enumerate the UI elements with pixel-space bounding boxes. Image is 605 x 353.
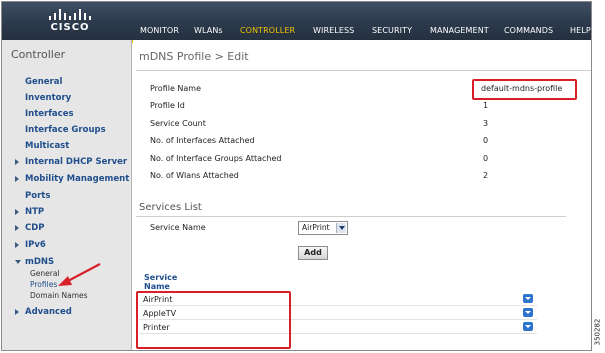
- column-header-line: Name: [144, 282, 170, 291]
- figure-id-text: 350282: [593, 318, 602, 346]
- field-label-interface-groups-attached: No. of Interface Groups Attached: [150, 154, 282, 163]
- nav-help[interactable]: HELP: [570, 26, 591, 35]
- nav-management[interactable]: MANAGEMENT: [430, 26, 489, 35]
- interface-groups-attached-value: 0: [483, 154, 489, 163]
- figure-id: 350282: [592, 318, 604, 350]
- sidebar-item-advanced[interactable]: Advanced: [25, 307, 72, 317]
- expand-arrow-icon[interactable]: [15, 309, 19, 315]
- divider: [136, 70, 591, 71]
- window: CISCO MONITOR WLANs CONTROLLER WIRELESS …: [1, 1, 592, 351]
- row-menu-dropdown-icon[interactable]: [523, 308, 533, 317]
- service-name-label: Service Name: [150, 223, 206, 232]
- row-menu-dropdown-icon[interactable]: [523, 322, 533, 331]
- add-button[interactable]: Add: [298, 246, 328, 260]
- field-label-wlans-attached: No. of Wlans Attached: [150, 171, 239, 180]
- nav-commands[interactable]: COMMANDS: [504, 26, 553, 35]
- nav-security[interactable]: SECURITY: [372, 26, 412, 35]
- field-label-interfaces-attached: No. of Interfaces Attached: [150, 136, 255, 145]
- divider: [136, 216, 566, 217]
- nav-controller[interactable]: CONTROLLER: [240, 26, 295, 35]
- service-name-select[interactable]: AirPrint: [298, 221, 348, 235]
- field-label-profile-id: Profile Id: [150, 101, 185, 110]
- nav-monitor[interactable]: MONITOR: [140, 26, 179, 35]
- field-label-service-count: Service Count: [150, 119, 206, 128]
- interfaces-attached-value: 0: [483, 136, 489, 145]
- service-count-value: 3: [483, 119, 489, 128]
- nav-wlans[interactable]: WLANs: [194, 26, 223, 35]
- service-select-value: AirPrint: [302, 223, 330, 232]
- profile-id-value: 1: [483, 101, 489, 110]
- wlans-attached-value: 2: [483, 171, 489, 180]
- chevron-down-icon[interactable]: [336, 223, 346, 233]
- field-label-profile-name: Profile Name: [150, 84, 202, 93]
- column-header-line: Service: [144, 273, 178, 282]
- main-content: mDNS Profile > Edit Profile Name default…: [133, 40, 591, 350]
- row-menu-dropdown-icon[interactable]: [523, 294, 533, 303]
- services-list-title: Services List: [139, 202, 202, 213]
- nav-wireless[interactable]: WIRELESS: [313, 26, 354, 35]
- annotation-arrow-icon: [58, 263, 101, 286]
- service-name-column-header: Service Name: [144, 273, 177, 291]
- highlight-box: [472, 79, 577, 100]
- highlight-box: [136, 291, 291, 349]
- page-title: mDNS Profile > Edit: [139, 50, 249, 63]
